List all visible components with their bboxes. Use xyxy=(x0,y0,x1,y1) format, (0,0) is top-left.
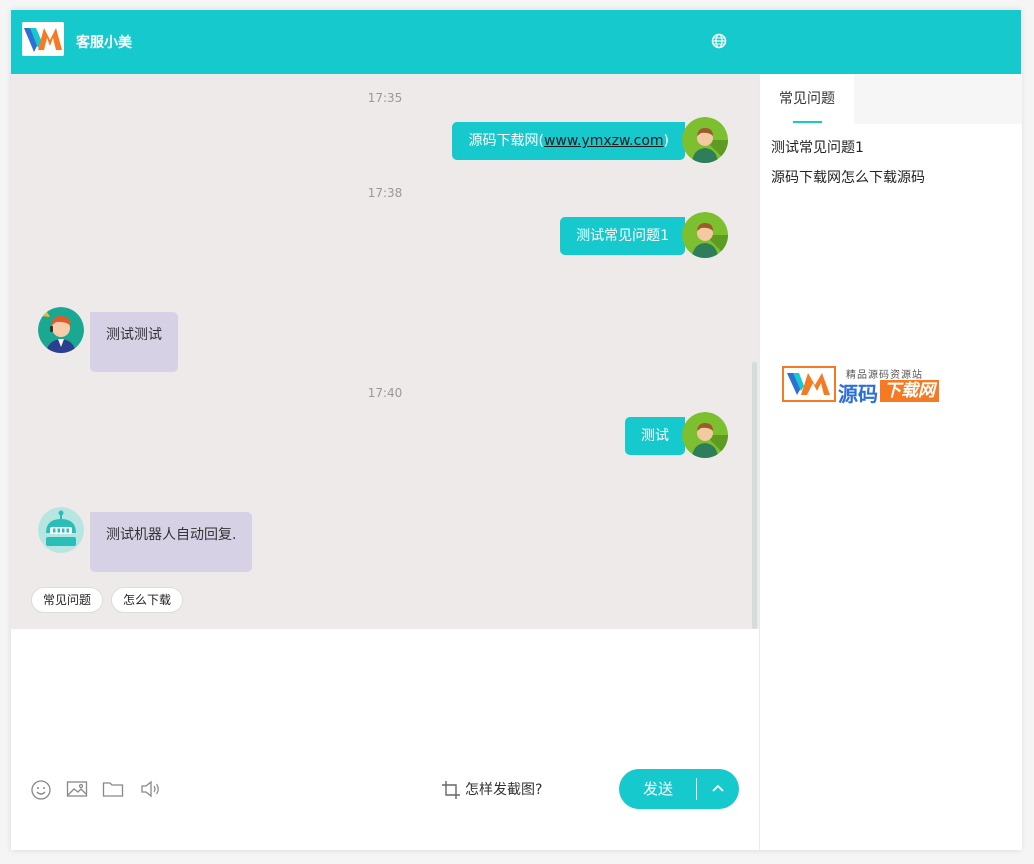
side-tabbar: 常见问题 xyxy=(760,74,1022,124)
image-icon[interactable] xyxy=(66,779,88,799)
screenshot-help-link[interactable]: 怎样发截图? xyxy=(441,779,542,801)
send-button-group: 发送 xyxy=(619,769,739,809)
user-message-bubble: 源码下载网(www.ymxzw.com) xyxy=(452,122,685,160)
message-timestamp: 17:40 xyxy=(367,386,403,400)
user-avatar xyxy=(682,212,728,258)
user-avatar xyxy=(682,117,728,163)
page-title: 客服小美 xyxy=(76,35,132,51)
quick-reply-download[interactable]: 怎么下载 xyxy=(111,587,184,613)
message-link[interactable]: www.ymxzw.com xyxy=(544,133,664,149)
message-text: 测试机器人自动回复. xyxy=(106,527,237,543)
message-text: 测试测试 xyxy=(106,327,162,343)
agent-avatar xyxy=(38,307,84,353)
user-message-bubble: 测试 xyxy=(625,417,685,455)
faq-item[interactable]: 源码下载网怎么下载源码 xyxy=(771,167,925,187)
screenshot-help-label: 怎样发截图? xyxy=(465,782,543,798)
logo xyxy=(22,22,64,56)
faq-item[interactable]: 测试常见问题1 xyxy=(771,137,864,157)
send-divider xyxy=(696,778,697,800)
message-text: ) xyxy=(663,133,669,149)
composer: 怎样发截图? 发送 xyxy=(11,629,759,850)
tab-faq[interactable]: 常见问题 xyxy=(760,74,854,124)
bot-message-bubble: 测试机器人自动回复. xyxy=(90,512,253,572)
side-panel: 常见问题 测试常见问题1 源码下载网怎么下载源码 精品源码资源站 源码 下载网 xyxy=(759,74,1022,850)
user-message-bubble: 测试常见问题1 xyxy=(560,217,685,255)
brand-logo: 精品源码资源站 源码 下载网 xyxy=(782,366,942,406)
brand-name: 源码 xyxy=(838,382,878,406)
folder-icon[interactable] xyxy=(102,779,124,799)
agent-message-bubble: 测试测试 xyxy=(90,312,178,372)
quick-reply-faq[interactable]: 常见问题 xyxy=(31,587,104,613)
message-timestamp: 17:38 xyxy=(367,186,403,200)
message-timestamp: 17:35 xyxy=(367,91,403,105)
user-avatar xyxy=(682,412,728,458)
message-text: 测试常见问题1 xyxy=(576,228,669,244)
emoji-icon[interactable] xyxy=(30,779,52,800)
chevron-up-icon[interactable] xyxy=(699,769,739,809)
message-list[interactable]: 17:35 源码下载网(www.ymxzw.com) 17:38 测试常见问题1 xyxy=(11,74,759,629)
brand-name-highlight: 下载网 xyxy=(880,380,939,402)
send-button[interactable]: 发送 xyxy=(619,769,697,809)
active-tab-indicator xyxy=(793,121,822,123)
globe-icon[interactable] xyxy=(711,33,727,49)
message-text: 源码下载网( xyxy=(468,133,544,149)
scrollbar[interactable] xyxy=(752,362,757,629)
chat-window: 客服小美 17:35 源码下载网(www.ymxzw.com) 17:38 测试… xyxy=(11,10,1022,850)
crop-icon xyxy=(442,781,460,799)
message-text: 测试 xyxy=(641,428,669,444)
speaker-icon[interactable] xyxy=(140,779,162,799)
header-bar: 客服小美 xyxy=(11,10,1021,74)
message-input[interactable] xyxy=(27,637,747,761)
bot-avatar xyxy=(38,507,84,553)
brand-logo-mark xyxy=(782,366,836,402)
